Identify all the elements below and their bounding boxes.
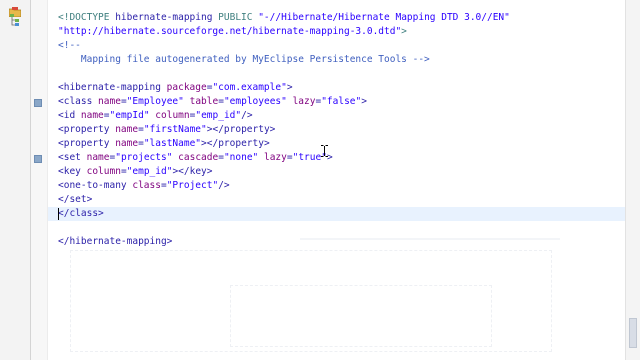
code-token: <!--	[58, 40, 81, 51]
code-line[interactable]: <key column="emp_id"></key>	[58, 165, 212, 179]
code-token: "Project"	[166, 180, 219, 191]
fold-marker-icon[interactable]	[34, 99, 42, 107]
code-line[interactable]: <hibernate-mapping package="com.example"…	[58, 81, 293, 95]
code-line[interactable]: <set name="projects" cascade="none" lazy…	[58, 151, 333, 165]
code-token: Mapping file autogenerated by MyEclipse …	[58, 54, 430, 65]
code-token: <property	[58, 138, 116, 149]
code-line[interactable]: <property name="firstName"></property>	[58, 123, 275, 137]
code-token: PUBLIC	[218, 12, 259, 23]
code-token: "false"	[321, 96, 362, 107]
code-token: name	[80, 110, 104, 121]
code-token: "firstName"	[143, 124, 207, 135]
code-token: />	[241, 110, 253, 121]
code-token: >	[286, 82, 293, 93]
xml-editor[interactable]: <!DOCTYPE hibernate-mapping PUBLIC "-//H…	[48, 0, 640, 360]
code-line[interactable]: <one-to-many class="Project"/>	[58, 179, 230, 193]
left-toolbar-strip	[0, 0, 31, 360]
code-line[interactable]: </hibernate-mapping>	[58, 235, 172, 249]
code-line[interactable]: Mapping file autogenerated by MyEclipse …	[58, 53, 430, 67]
code-token: "-//Hibernate/Hibernate Mapping DTD 3.0/…	[258, 12, 510, 23]
text-caret	[58, 208, 59, 220]
code-token: "none"	[223, 152, 264, 163]
fold-marker-icon[interactable]	[34, 155, 42, 163]
code-line[interactable]: <!--	[58, 39, 81, 53]
code-token: "projects"	[115, 152, 179, 163]
code-token: "Employee"	[126, 96, 190, 107]
code-line[interactable]: <property name="lastName"></property>	[58, 137, 270, 151]
annotation-ruler	[31, 0, 48, 360]
code-token: class	[132, 180, 161, 191]
code-token: </class>	[58, 208, 104, 219]
code-token: name	[115, 138, 139, 149]
code-token: lazy	[263, 152, 287, 163]
code-token: name	[86, 152, 110, 163]
code-token: ></property>	[206, 124, 276, 135]
code-token: "emp_id"	[195, 110, 242, 121]
code-token: <hibernate-mapping	[58, 82, 167, 93]
code-token: cascade	[178, 152, 219, 163]
code-line[interactable]: <class name="Employee" table="employees"…	[58, 95, 367, 109]
code-token: name	[98, 96, 121, 107]
current-line-highlight	[48, 207, 640, 221]
code-token: <one-to-many	[58, 180, 133, 191]
code-token: <set	[58, 152, 87, 163]
code-token: package	[166, 82, 207, 93]
code-token: hibernate-mapping	[115, 12, 219, 23]
code-token: </hibernate-mapping>	[58, 236, 173, 247]
code-token: "employees"	[223, 96, 293, 107]
tree-icon[interactable]	[9, 12, 21, 26]
code-token: ></property>	[201, 138, 270, 149]
code-token: >	[401, 26, 407, 37]
code-token: column	[86, 166, 121, 177]
code-line[interactable]: </set>	[58, 193, 92, 207]
code-line[interactable]: <id name="empId" column="emp_id"/>	[58, 109, 253, 123]
code-token: column	[155, 110, 190, 121]
code-token: <!DOCTYPE	[58, 12, 116, 23]
scrollbar-thumb[interactable]	[629, 318, 637, 348]
code-token: ></key>	[172, 166, 213, 177]
code-token: <key	[58, 166, 87, 177]
code-line[interactable]: </class>	[58, 207, 104, 221]
code-line[interactable]: <!DOCTYPE hibernate-mapping PUBLIC "-//H…	[58, 11, 510, 25]
code-token: <class	[58, 96, 99, 107]
code-token: "http://hibernate.sourceforge.net/hibern…	[58, 26, 402, 37]
code-token: <property	[58, 124, 116, 135]
ibeam-cursor-icon	[321, 142, 328, 157]
code-token: "com.example"	[212, 82, 287, 93]
code-token: "lastName"	[143, 138, 202, 149]
code-token: table	[189, 96, 219, 107]
code-token: "empId"	[109, 110, 156, 121]
code-token: <id	[58, 110, 81, 121]
code-line[interactable]: "http://hibernate.sourceforge.net/hibern…	[58, 25, 407, 39]
code-token: name	[115, 124, 139, 135]
code-token: "emp_id"	[126, 166, 173, 177]
code-token: lazy	[292, 96, 316, 107]
code-token: />	[218, 180, 230, 191]
code-token: >	[361, 96, 367, 107]
code-token: </set>	[58, 194, 93, 205]
vertical-scrollbar[interactable]	[625, 0, 640, 360]
